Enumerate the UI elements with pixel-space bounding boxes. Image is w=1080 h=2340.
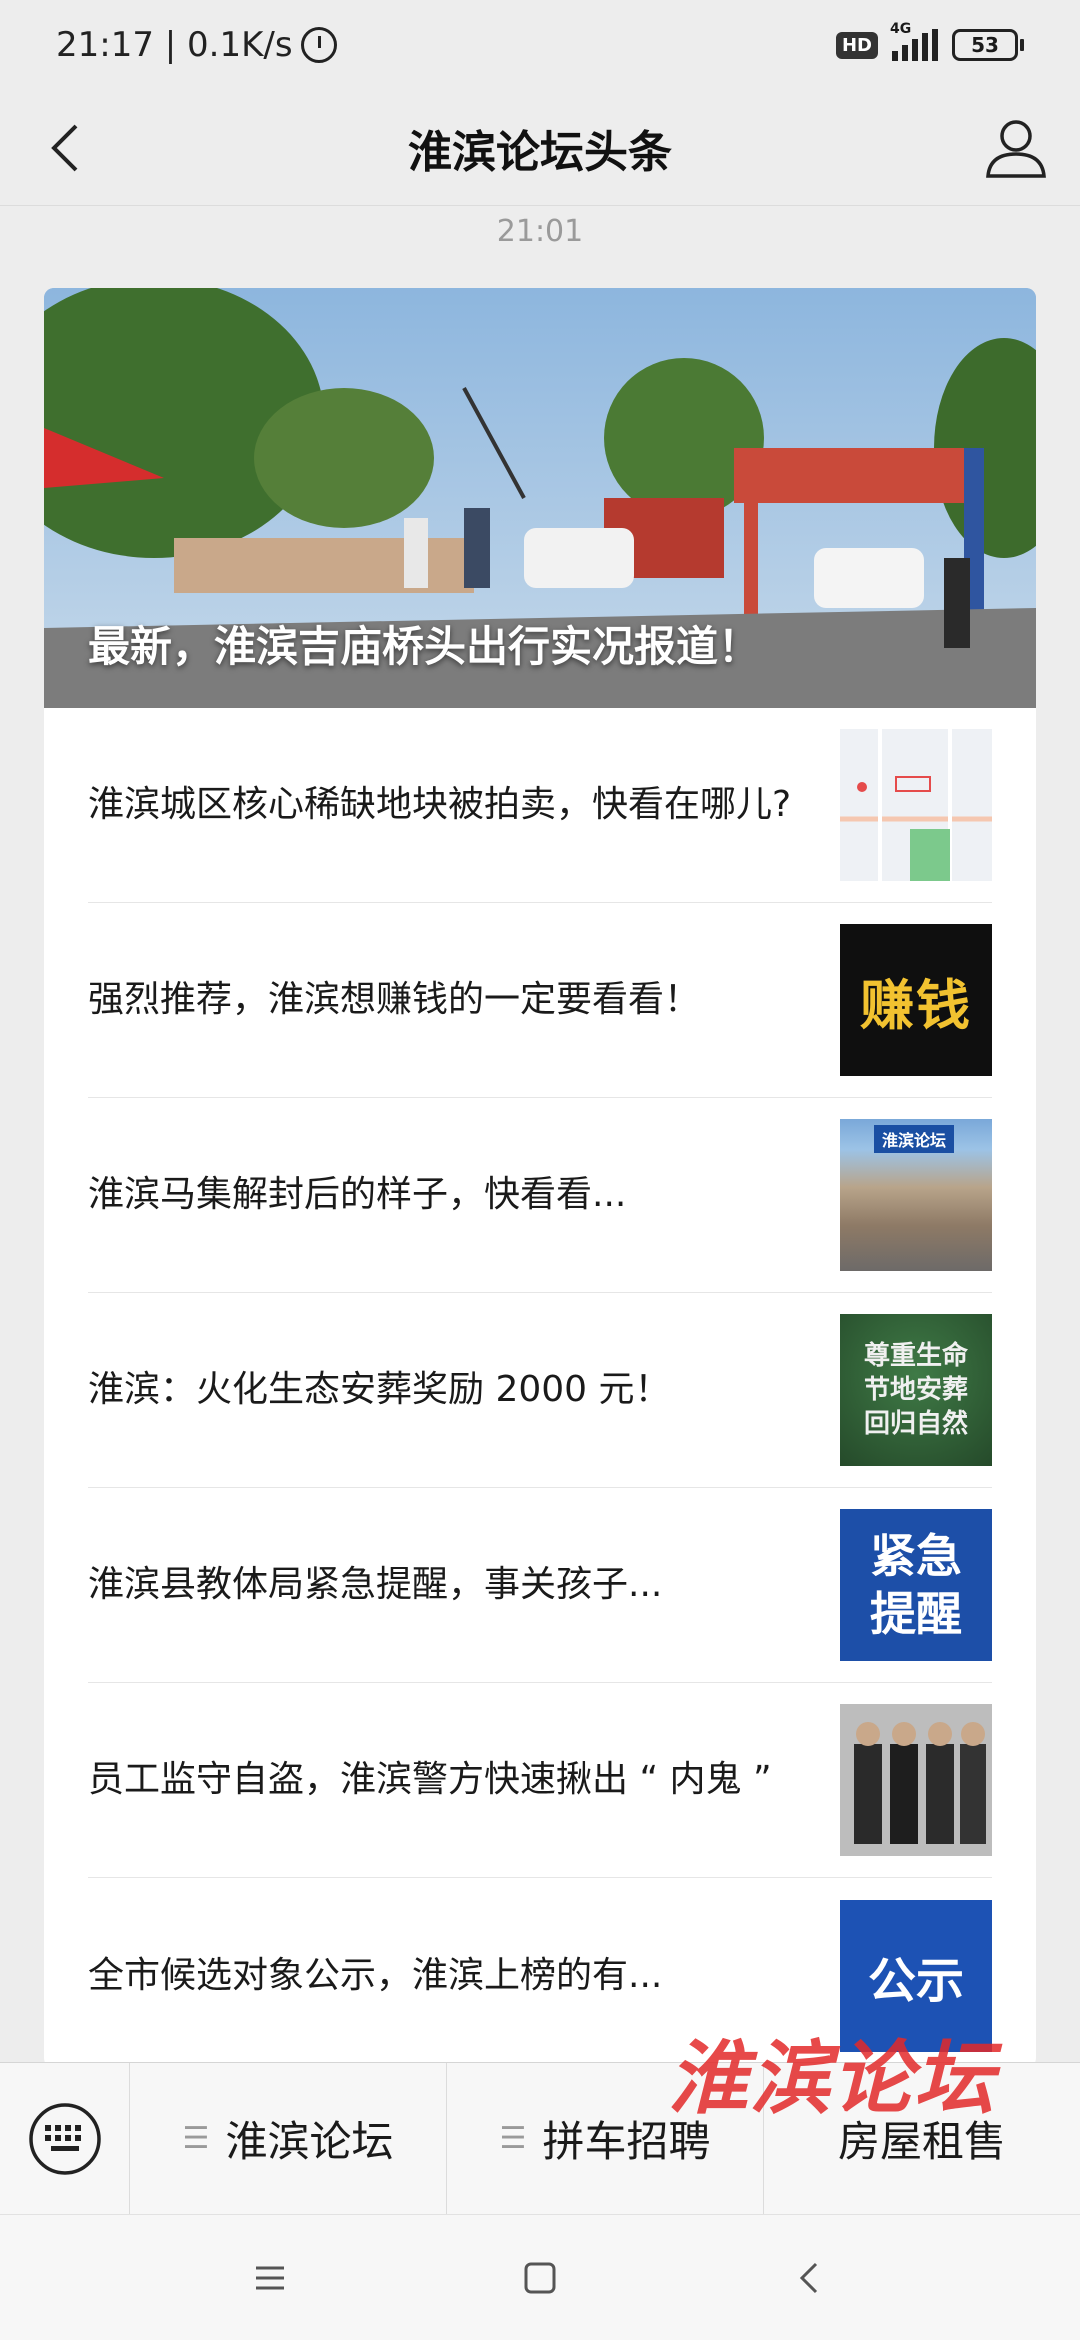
map-thumbnail-image [840,729,992,881]
system-back-button[interactable] [780,2248,840,2308]
menu-forum-button[interactable]: ☰ 淮滨论坛 [130,2062,447,2215]
news-thumbnail: 淮滨论坛 [840,1119,992,1271]
news-title: 淮滨马集解封后的样子，快看看... [88,1174,627,1215]
profile-button[interactable] [982,114,1050,182]
news-item[interactable]: 淮滨城区核心稀缺地块被拍卖，快看在哪儿? [88,708,992,903]
thumbnail-text: 赚钱 [860,973,972,1037]
system-nav-bar [0,2214,1080,2340]
battery-level: 53 [952,29,1018,61]
hd-badge: HD [835,31,878,59]
back-chevron-icon [799,2262,818,2293]
recent-apps-button[interactable] [240,2248,300,2308]
keyboard-toggle-button[interactable] [0,2062,130,2215]
police-photo-image [840,1704,992,1856]
menu-icon [256,2266,284,2289]
thumbnail-text: 提醒 [870,1587,962,1641]
news-item[interactable]: 员工监守自盗，淮滨警方快速揪出 “ 内鬼 ” [88,1683,992,1878]
home-button[interactable] [510,2248,570,2308]
news-thumbnail [840,729,992,881]
message-timestamp: 21:01 [496,214,584,249]
back-button[interactable] [34,116,98,180]
thumbnail-text: 淮滨论坛 [874,1125,955,1153]
news-thumbnail: 紧急 提醒 [840,1509,992,1661]
news-title: 强烈推荐，淮滨想赚钱的一定要看看！ [88,979,701,1020]
cover-title: 最新，淮滨吉庙桥头出行实况报道！ [88,622,761,671]
thumbnail-text: 节地安葬 [863,1375,968,1405]
news-thumbnail: 尊重生命 节地安葬 回归自然 [840,1314,992,1466]
news-title: 淮滨县教体局紧急提醒，事关孩子... [88,1564,663,1605]
home-square-icon [524,2262,556,2293]
thumbnail-text: 回归自然 [863,1409,968,1439]
news-title: 全市候选对象公示，淮滨上榜的有... [88,1954,663,1996]
status-time: 21:17 | 0.1K/s [56,25,293,65]
menu-label: 淮滨论坛 [225,2117,394,2166]
news-title: 员工监守自盗，淮滨警方快速揪出 “ 内鬼 ” [88,1759,772,1800]
back-arrow-icon [51,124,78,172]
status-left: 21:17 | 0.1K/s [56,25,337,65]
thumbnail-text: 紧急 [870,1529,962,1583]
status-right: HD 4G 53 [835,21,1024,61]
menu-lines-icon: ☰ [182,2121,210,2156]
keyboard-icon [28,2102,101,2175]
signal-icon: 4G [890,21,938,61]
nav-bar: 淮滨论坛头条 [0,90,1080,206]
news-thumbnail [840,1704,992,1856]
user-icon [986,120,1046,178]
news-title: 淮滨：火化生态安葬奖励 2000 元！ [88,1369,671,1410]
news-list: 淮滨城区核心稀缺地块被拍卖，快看在哪儿? 强烈推荐，淮滨想赚钱的一定要看看！ 赚… [44,708,1036,2068]
news-item[interactable]: 淮滨县教体局紧急提醒，事关孩子... 紧急 提醒 [88,1488,992,1683]
thumbnail-text: 公示 [867,1952,964,2009]
news-item[interactable]: 强烈推荐，淮滨想赚钱的一定要看看！ 赚钱 [88,903,992,1098]
battery-icon: 53 [952,29,1024,61]
news-thumbnail: 赚钱 [840,924,992,1076]
alarm-icon [300,27,337,63]
cover-article[interactable]: 最新，淮滨吉庙桥头出行实况报道！ [44,288,1036,708]
page-title: 淮滨论坛头条 [408,126,672,178]
news-title: 淮滨城区核心稀缺地块被拍卖，快看在哪儿? [88,784,792,825]
news-item[interactable]: 淮滨：火化生态安葬奖励 2000 元！ 尊重生命 节地安葬 回归自然 [88,1293,992,1488]
network-type: 4G [890,21,912,37]
menu-lines-icon: ☰ [499,2121,527,2156]
status-bar: 21:17 | 0.1K/s HD 4G 53 [0,0,1080,90]
thumbnail-text: 尊重生命 [863,1341,968,1371]
watermark-logo: 淮滨论坛 [668,2031,996,2125]
news-item[interactable]: 淮滨马集解封后的样子，快看看... 淮滨论坛 [88,1098,992,1293]
article-card: 最新，淮滨吉庙桥头出行实况报道！ 淮滨城区核心稀缺地块被拍卖，快看在哪儿? 强烈… [44,288,1036,2068]
